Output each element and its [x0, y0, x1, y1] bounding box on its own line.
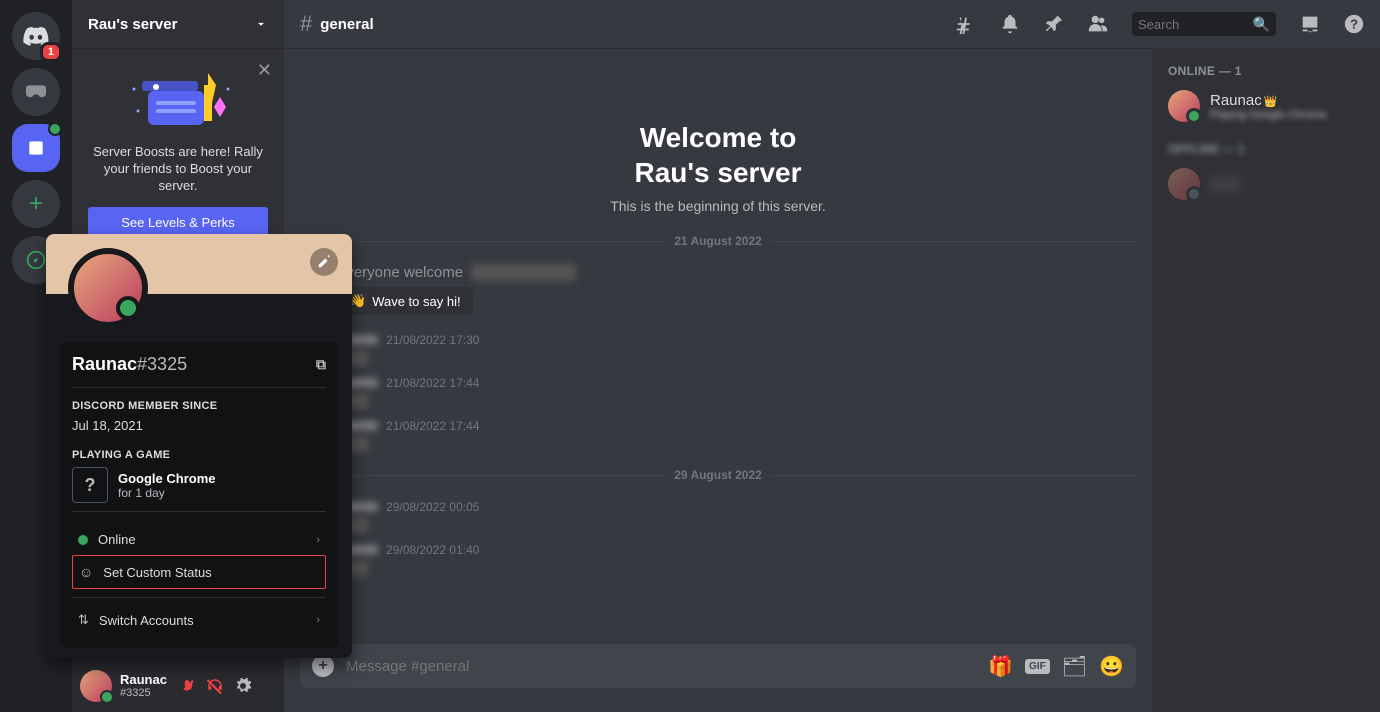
search-input[interactable]: [1138, 17, 1253, 32]
members-icon[interactable]: [1086, 12, 1110, 36]
user-name: Raunac: [120, 673, 167, 687]
attach-button[interactable]: +: [312, 655, 334, 677]
member-avatar: [1168, 168, 1200, 200]
channel-name: general: [320, 16, 373, 33]
user-info[interactable]: Raunac #3325: [120, 673, 167, 699]
game-unknown-icon: ?: [72, 467, 108, 503]
popup-avatar[interactable]: [68, 248, 148, 328]
popup-username: Raunac#3325 ⧉: [72, 354, 326, 375]
compass-icon: [26, 250, 46, 270]
welcome-line2: Rau's server: [635, 157, 802, 188]
threads-icon[interactable]: [954, 12, 978, 36]
boost-card: ✕ Server Boosts are here! Rally your fri…: [72, 48, 284, 254]
search-icon: 🔍: [1253, 16, 1270, 33]
game-name: Google Chrome: [118, 471, 216, 486]
message: Name29/08/2022 01:40: [338, 541, 1136, 576]
system-message: everyone welcome xxxxxxxxxxxxxx: [338, 264, 1136, 281]
discord-home[interactable]: 1: [12, 12, 60, 60]
channel-header: # general 🔍 ?: [284, 0, 1380, 48]
user-tag: #3325: [120, 687, 167, 699]
settings-icon[interactable]: [231, 674, 255, 698]
message: Name21/08/2022 17:30: [338, 331, 1136, 366]
crown-icon: 👑: [1264, 96, 1278, 108]
mention-badge: 1: [40, 42, 62, 62]
message: Name21/08/2022 17:44: [338, 417, 1136, 452]
set-custom-status-item[interactable]: ☺Set Custom Status: [72, 555, 326, 589]
user-avatar[interactable]: [80, 670, 112, 702]
member-item[interactable]: Raunac👑 Playing Google Chrome: [1160, 86, 1372, 126]
pinned-icon[interactable]: [1042, 12, 1066, 36]
member-avatar: [1168, 90, 1200, 122]
deafen-icon[interactable]: [203, 674, 227, 698]
wave-button[interactable]: 👋Wave to say hi!: [338, 287, 473, 315]
server-icon: [26, 138, 46, 158]
playing-label: PLAYING A GAME: [72, 449, 326, 461]
message-input[interactable]: [346, 658, 976, 675]
help-icon[interactable]: ?: [1342, 12, 1366, 36]
search-box[interactable]: 🔍: [1132, 12, 1276, 36]
add-server-button[interactable]: +: [12, 180, 60, 228]
main-content: # general 🔍 ? Welcome to Rau's server Thi…: [284, 0, 1380, 712]
game-duration: for 1 day: [118, 486, 216, 500]
date-divider: 29 August 2022: [300, 468, 1136, 482]
member-list: ONLINE — 1 Raunac👑 Playing Google Chrome…: [1152, 48, 1380, 712]
chevron-right-icon: ›: [316, 534, 320, 546]
member-since-label: DISCORD MEMBER SINCE: [72, 400, 326, 412]
online-dot-icon: [78, 535, 88, 545]
switch-accounts-item[interactable]: ⇅Switch Accounts ›: [72, 604, 326, 636]
user-popup: Raunac#3325 ⧉ DISCORD MEMBER SINCE Jul 1…: [46, 234, 352, 658]
chat-area: Welcome to Rau's server This is the begin…: [284, 48, 1152, 712]
boost-text: Server Boosts are here! Rally your frien…: [88, 144, 268, 195]
member-item[interactable]: User: [1160, 164, 1372, 204]
online-header: ONLINE — 1: [1160, 64, 1372, 86]
boost-illustration: [88, 64, 268, 134]
welcome-line1: Welcome to: [640, 122, 797, 153]
welcome-sub: This is the beginning of this server.: [300, 198, 1136, 214]
offline-header: OFFLINE — 1: [1160, 126, 1372, 164]
sticker-icon[interactable]: 🗂: [1062, 654, 1087, 679]
gif-button[interactable]: GIF: [1025, 659, 1050, 674]
message: Name29/08/2022 00:05: [338, 498, 1136, 533]
controller-icon: [26, 82, 46, 102]
edit-profile-button[interactable]: [310, 248, 338, 276]
message: Name21/08/2022 17:44: [338, 374, 1136, 409]
date-divider: 21 August 2022: [300, 234, 1136, 248]
welcome-block: Welcome to Rau's server This is the begin…: [300, 120, 1136, 214]
svg-text:?: ?: [1350, 17, 1358, 32]
server-name: Rau's server: [88, 16, 177, 33]
hash-icon: #: [300, 11, 312, 37]
chat-input-area: + 🎁 GIF 🗂 😀: [284, 644, 1152, 712]
wave-icon: 👋: [350, 293, 366, 309]
mute-icon[interactable]: [175, 674, 199, 698]
member-since-value: Jul 18, 2021: [72, 418, 326, 433]
chevron-down-icon: [254, 17, 268, 31]
server-item-active[interactable]: [12, 124, 60, 172]
smiley-icon: ☺: [79, 564, 93, 580]
notifications-icon[interactable]: [998, 12, 1022, 36]
emoji-icon[interactable]: 😀: [1099, 654, 1124, 679]
copy-icon[interactable]: ⧉: [316, 356, 326, 373]
voice-indicator-icon: [48, 122, 62, 136]
server-header[interactable]: Rau's server: [72, 0, 284, 48]
status-online-item[interactable]: Online ›: [72, 524, 326, 555]
chevron-right-icon: ›: [316, 614, 320, 626]
gift-icon[interactable]: 🎁: [988, 654, 1013, 679]
server-item[interactable]: [12, 68, 60, 116]
inbox-icon[interactable]: [1298, 12, 1322, 36]
close-icon[interactable]: ✕: [257, 60, 272, 81]
pencil-icon: [317, 255, 331, 269]
swap-icon: ⇅: [78, 612, 89, 628]
user-panel: Raunac #3325: [72, 660, 284, 712]
